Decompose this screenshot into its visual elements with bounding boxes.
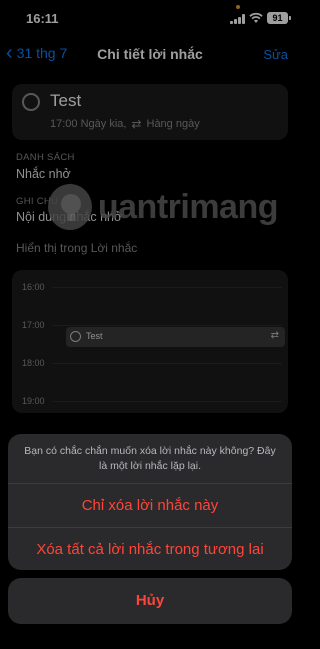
- delete-future-reminders-button[interactable]: Xóa tất cả lời nhắc trong tương lai: [8, 528, 292, 570]
- action-sheet-message: Bạn có chắc chắn muốn xóa lời nhắc này k…: [24, 444, 276, 472]
- action-sheet: Bạn có chắc chắn muốn xóa lời nhắc này k…: [8, 434, 292, 570]
- cancel-button[interactable]: Hủy: [8, 578, 292, 624]
- delete-this-reminder-button[interactable]: Chỉ xóa lời nhắc này: [8, 484, 292, 527]
